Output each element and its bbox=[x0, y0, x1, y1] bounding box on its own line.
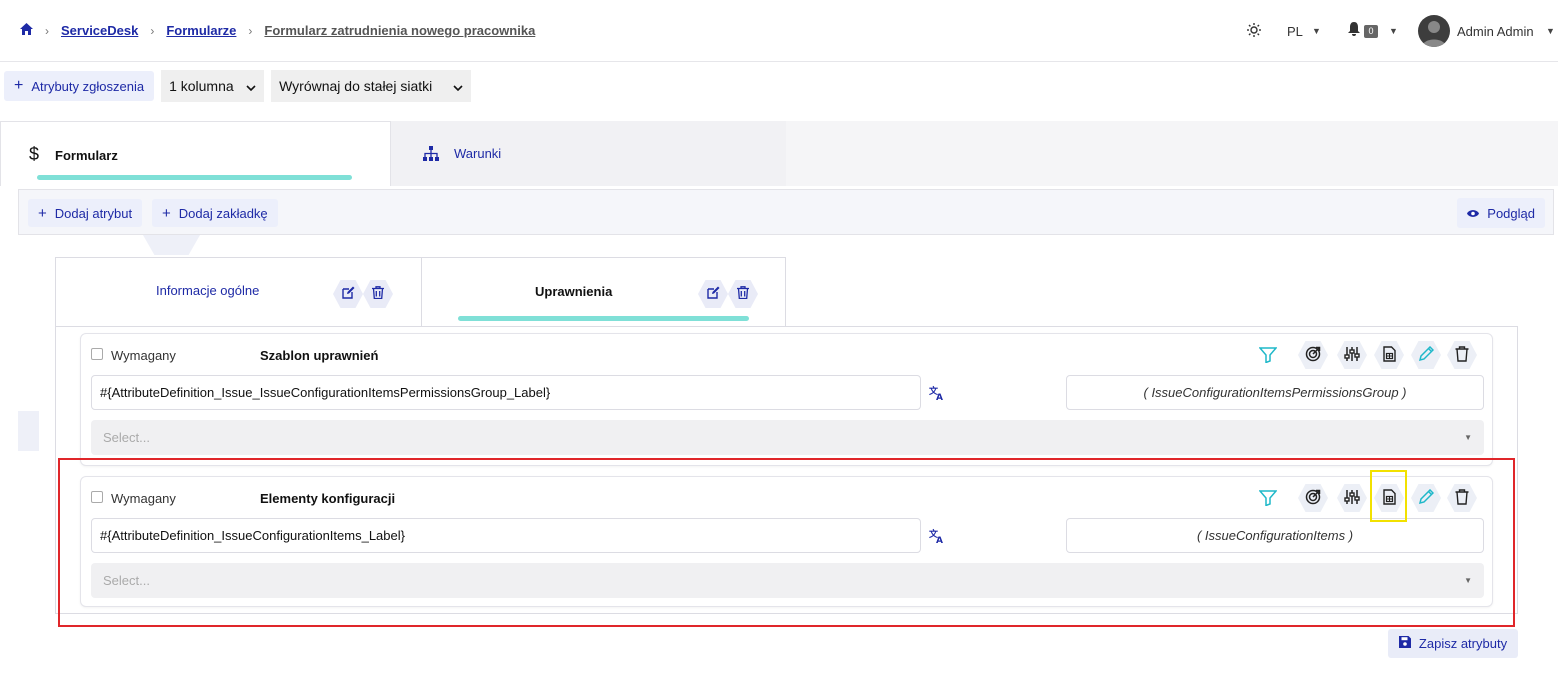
form-tab-label: Informacje ogólne bbox=[156, 283, 260, 298]
top-bar: › ServiceDesk › Formularze › Formularz z… bbox=[0, 0, 1558, 62]
user-name[interactable]: Admin Admin bbox=[1457, 24, 1534, 39]
edit-tab-button[interactable] bbox=[698, 280, 728, 308]
breadcrumb-servicedesk[interactable]: ServiceDesk bbox=[61, 23, 138, 38]
select-placeholder: Select... bbox=[103, 430, 150, 445]
caret-down-icon: ▼ bbox=[1464, 433, 1472, 442]
delete-tab-button[interactable] bbox=[728, 280, 758, 308]
attribute-value-select[interactable]: Select... ▼ bbox=[91, 420, 1484, 455]
required-checkbox[interactable] bbox=[91, 348, 103, 360]
target-icon bbox=[1305, 346, 1321, 365]
tab-formularz-label: Formularz bbox=[55, 148, 118, 163]
trash-icon bbox=[372, 286, 384, 302]
main-tabs: $ Formularz Warunki bbox=[0, 121, 1558, 186]
preview-label: Podgląd bbox=[1487, 205, 1535, 221]
breadcrumb-separator: › bbox=[248, 23, 253, 38]
bell-icon[interactable] bbox=[1347, 22, 1361, 40]
theme-toggle-icon[interactable] bbox=[1247, 23, 1263, 39]
form-tabs: Informacje ogólne Uprawnienia bbox=[55, 257, 1518, 327]
breadcrumb-formularze[interactable]: Formularze bbox=[166, 23, 236, 38]
dollar-icon: $ bbox=[29, 144, 40, 164]
tab-warunki[interactable]: Warunki bbox=[391, 121, 786, 186]
floppy-disk-icon bbox=[1398, 636, 1411, 651]
sliders-icon bbox=[1344, 346, 1360, 365]
breadcrumb-separator: › bbox=[150, 23, 155, 38]
tab-warunki-label: Warunki bbox=[454, 146, 502, 161]
save-attributes-button[interactable]: Zapisz atrybuty bbox=[1388, 629, 1518, 658]
trash-icon bbox=[737, 286, 749, 302]
form-tab-label: Uprawnienia bbox=[535, 284, 613, 299]
highlight-yellow-box bbox=[1370, 470, 1407, 522]
chevron-down-icon bbox=[453, 78, 463, 94]
required-label: Wymagany bbox=[111, 348, 176, 363]
add-attribute-label: Dodaj atrybut bbox=[54, 205, 133, 221]
active-tab-indicator bbox=[458, 316, 749, 321]
home-icon[interactable] bbox=[20, 23, 33, 38]
filter-icon[interactable] bbox=[1253, 341, 1283, 369]
attribute-card-szablon-uprawnien: Wymagany Szablon uprawnień #{AttributeDe… bbox=[80, 333, 1493, 466]
form-tab-informacje-ogolne[interactable]: Informacje ogólne bbox=[55, 257, 422, 327]
add-tab-label: Dodaj zakładkę bbox=[178, 205, 268, 221]
form-toolbar: + Atrybuty zgłoszenia 1 kolumna Wyrównaj… bbox=[4, 70, 472, 102]
caret-down-icon[interactable]: ▼ bbox=[1389, 26, 1398, 36]
attributes-panel-toolbar: + Dodaj atrybut + Dodaj zakładkę Podgląd bbox=[18, 189, 1554, 235]
plus-icon: + bbox=[14, 77, 24, 94]
plus-icon: + bbox=[162, 204, 171, 222]
form-tab-uprawnienia[interactable]: Uprawnienia bbox=[421, 257, 786, 327]
save-attributes-label: Zapisz atrybuty bbox=[1418, 636, 1508, 651]
grid-align-select[interactable]: Wyrównaj do stałej siatki bbox=[271, 70, 472, 102]
attribute-name: Szablon uprawnień bbox=[260, 348, 379, 363]
eye-icon bbox=[1467, 206, 1480, 221]
breadcrumb-separator: › bbox=[45, 23, 49, 38]
chevron-down-icon bbox=[246, 78, 256, 94]
add-tab-button[interactable]: + Dodaj zakładkę bbox=[152, 199, 278, 227]
trash-icon bbox=[1455, 345, 1469, 365]
breadcrumb: › ServiceDesk › Formularze › Formularz z… bbox=[20, 23, 535, 38]
translate-icon[interactable]: 文A bbox=[928, 385, 945, 403]
attribute-label-input[interactable]: #{AttributeDefinition_Issue_IssueConfigu… bbox=[91, 375, 921, 410]
settings-sliders-button[interactable] bbox=[1337, 341, 1367, 369]
svg-text:A: A bbox=[936, 393, 943, 401]
add-attribute-button[interactable]: + Dodaj atrybut bbox=[28, 199, 143, 227]
grid-align-select-value: Wyrównaj do stałej siatki bbox=[279, 78, 433, 94]
tab-formularz[interactable]: $ Formularz bbox=[0, 121, 391, 186]
caret-down-icon[interactable]: ▼ bbox=[1546, 26, 1555, 36]
highlight-red-box bbox=[58, 458, 1515, 627]
edit-attribute-button[interactable] bbox=[1411, 341, 1441, 369]
pencil-icon bbox=[1418, 345, 1435, 365]
preview-button[interactable]: Podgląd bbox=[1457, 198, 1545, 228]
delete-attribute-button[interactable] bbox=[1447, 341, 1477, 369]
edit-icon bbox=[706, 286, 720, 302]
attribute-label-value: #{AttributeDefinition_Issue_IssueConfigu… bbox=[100, 385, 551, 400]
attribute-code: ( IssueConfigurationItemsPermissionsGrou… bbox=[1143, 385, 1407, 400]
edit-icon bbox=[341, 286, 355, 302]
plus-icon: + bbox=[38, 204, 47, 222]
active-tab-indicator bbox=[37, 175, 352, 180]
delete-tab-button[interactable] bbox=[363, 280, 393, 308]
spreadsheet-button[interactable] bbox=[1374, 341, 1404, 369]
columns-select-value: 1 kolumna bbox=[169, 78, 234, 94]
language-selector[interactable]: PL bbox=[1287, 24, 1303, 39]
side-handle bbox=[18, 411, 39, 451]
add-issue-attributes-label: Atrybuty zgłoszenia bbox=[31, 78, 145, 94]
panel-pointer bbox=[143, 235, 200, 255]
edit-tab-button[interactable] bbox=[333, 280, 363, 308]
attribute-code-field: ( IssueConfigurationItemsPermissionsGrou… bbox=[1066, 375, 1484, 410]
target-button[interactable] bbox=[1298, 341, 1328, 369]
breadcrumb-current[interactable]: Formularz zatrudnienia nowego pracownika bbox=[264, 23, 535, 38]
spreadsheet-icon bbox=[1382, 345, 1396, 365]
notification-badge: 0 bbox=[1364, 25, 1378, 38]
add-issue-attributes-button[interactable]: + Atrybuty zgłoszenia bbox=[4, 71, 155, 101]
caret-down-icon[interactable]: ▼ bbox=[1312, 26, 1321, 36]
avatar[interactable] bbox=[1418, 15, 1450, 47]
columns-select[interactable]: 1 kolumna bbox=[161, 70, 265, 102]
sitemap-icon bbox=[423, 146, 439, 164]
